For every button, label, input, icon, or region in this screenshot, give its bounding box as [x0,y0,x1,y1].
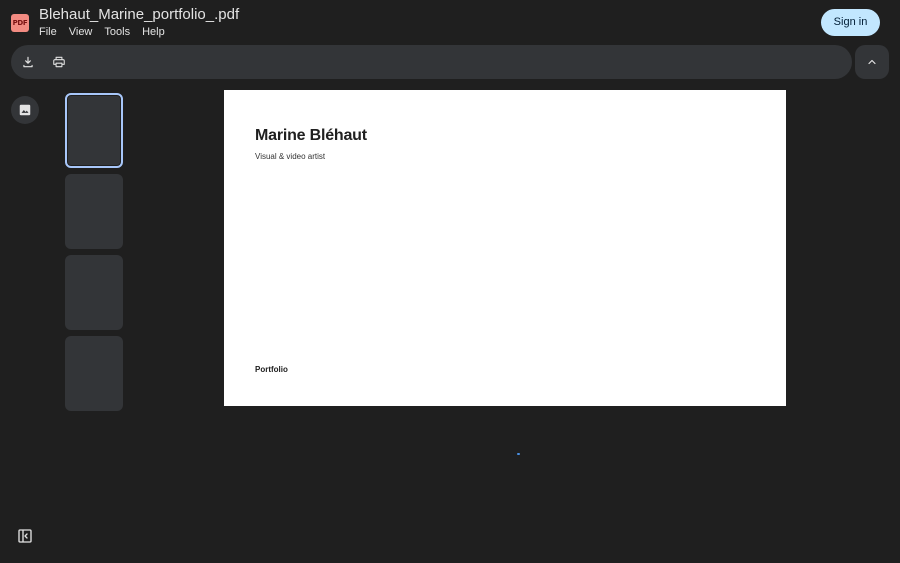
document-page: Marine Bléhaut Visual & video artist Por… [224,90,786,406]
page-thumbnail-2[interactable] [65,174,123,249]
artist-name: Marine Bléhaut [255,127,367,144]
collapse-toolbar-button[interactable] [855,45,889,79]
chevron-up-icon [868,59,876,65]
menu-bar: File View Tools Help [39,25,177,39]
menu-help[interactable]: Help [142,25,165,39]
toolbar [11,45,852,79]
loading-indicator [517,453,520,455]
page-footer-label: Portfolio [255,365,288,374]
pdf-logo-icon: PDF [11,14,29,32]
menu-view[interactable]: View [69,25,93,39]
sign-in-button[interactable]: Sign in [821,9,880,36]
page-thumbnail-3[interactable] [65,255,123,330]
image-icon [19,104,31,116]
print-icon [53,56,65,68]
menu-tools[interactable]: Tools [104,25,130,39]
menu-file[interactable]: File [39,25,57,39]
pdf-viewer: PDF Blehaut_Marine_portfolio_.pdf File V… [0,0,900,563]
side-panel-toggle[interactable] [16,527,34,545]
side-panel-icon [18,529,32,543]
image-button[interactable] [11,96,39,124]
document-title[interactable]: Blehaut_Marine_portfolio_.pdf [39,6,239,23]
download-icon [23,56,33,68]
download-button[interactable] [18,52,38,72]
page-thumbnail-4[interactable] [65,336,123,411]
artist-subtitle: Visual & video artist [255,152,326,161]
page-thumbnail-1[interactable] [65,93,123,168]
print-button[interactable] [49,52,69,72]
